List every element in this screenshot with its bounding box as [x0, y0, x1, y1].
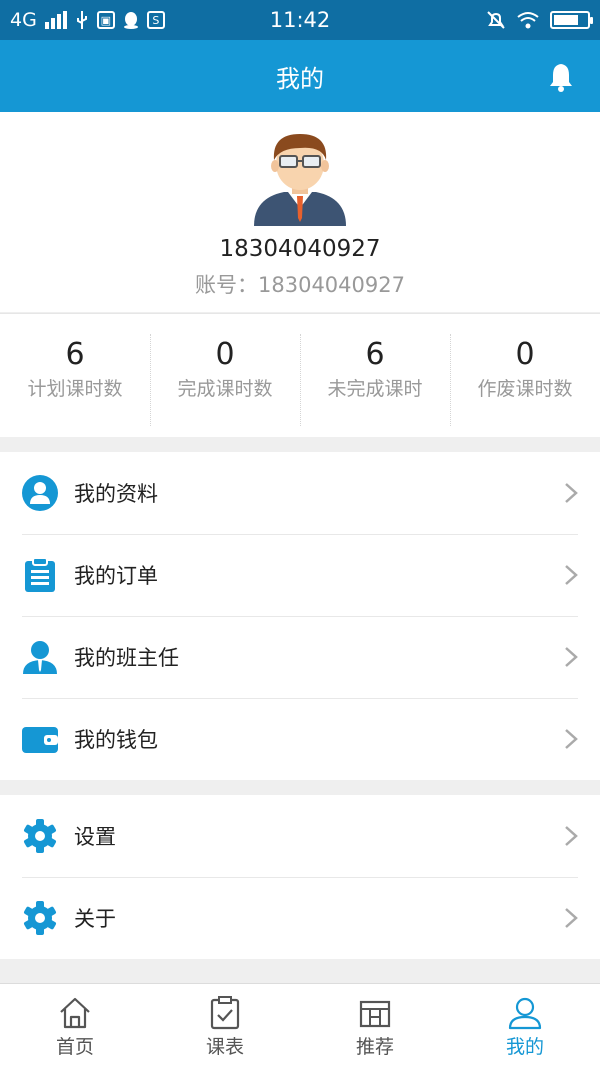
stat-voided: 0 作废课时数: [450, 314, 600, 437]
stats-panel: 6 计划课时数 0 完成课时数 6 未完成课时 0 作废课时数: [0, 313, 600, 437]
teacher-icon: [23, 641, 57, 674]
stat-value: 6: [65, 337, 85, 372]
home-icon: [60, 997, 90, 1029]
menu-group-account: 我的资料 我的订单 我的班主任 我的钱包: [0, 452, 600, 780]
recommend-icon: [359, 1000, 391, 1028]
account-value: 18304040927: [258, 273, 405, 297]
schedule-icon: [210, 996, 240, 1030]
stat-value: 0: [515, 337, 535, 372]
tab-schedule[interactable]: 课表: [150, 984, 300, 1067]
menu-item-label: 我的订单: [74, 564, 158, 588]
menu-item-label: 设置: [74, 825, 116, 849]
stat-label: 计划课时数: [27, 378, 123, 400]
chevron-right-icon: [565, 647, 578, 667]
chevron-right-icon: [565, 729, 578, 749]
avatar[interactable]: [250, 126, 350, 226]
gear-icon: [24, 901, 56, 935]
user-phone: 18304040927: [219, 236, 381, 262]
stat-label: 完成课时数: [177, 378, 273, 400]
menu-item-label: 我的钱包: [74, 728, 158, 752]
menu-item-settings[interactable]: 设置: [0, 795, 600, 877]
bottom-tab-bar: 首页 课表 推荐 我的: [0, 983, 600, 1067]
menu-item-label: 关于: [74, 907, 116, 931]
account-label: 账号：: [195, 273, 258, 297]
menu-item-my-profile[interactable]: 我的资料: [0, 452, 600, 534]
menu-item-label: 我的班主任: [74, 646, 179, 670]
stat-label: 未完成课时: [327, 378, 423, 400]
clock: 11:42: [269, 8, 331, 32]
tab-label: 课表: [205, 1036, 244, 1058]
profile-section: 18304040927 账号：18304040927: [0, 112, 600, 312]
stat-incomplete: 6 未完成课时: [300, 314, 450, 437]
battery-icon: [550, 11, 593, 29]
page-title: 我的: [276, 64, 324, 93]
tab-label: 首页: [55, 1036, 94, 1058]
tab-label: 推荐: [355, 1036, 394, 1058]
chevron-right-icon: [565, 565, 578, 585]
stat-value: 6: [365, 337, 385, 372]
clipboard-icon: [25, 557, 55, 592]
tab-mine[interactable]: 我的: [450, 984, 600, 1067]
user-icon: [508, 997, 542, 1030]
chevron-right-icon: [565, 483, 578, 503]
wallet-icon: [22, 727, 58, 753]
chevron-right-icon: [565, 826, 578, 846]
tab-home[interactable]: 首页: [0, 984, 150, 1067]
stat-value: 0: [215, 337, 235, 372]
bell-icon[interactable]: [548, 62, 574, 92]
menu-item-my-orders[interactable]: 我的订单: [0, 534, 600, 616]
tab-label: 我的: [505, 1036, 544, 1058]
header-bar: 我的: [0, 40, 600, 112]
menu-item-about[interactable]: 关于: [0, 877, 600, 959]
tab-recommend[interactable]: 推荐: [300, 984, 450, 1067]
chevron-right-icon: [565, 908, 578, 928]
account-line: 账号：18304040927: [0, 269, 600, 299]
menu-item-my-wallet[interactable]: 我的钱包: [0, 698, 600, 780]
menu-group-app: 设置 关于: [0, 795, 600, 959]
stat-planned: 6 计划课时数: [0, 314, 150, 437]
stat-completed: 0 完成课时数: [150, 314, 300, 437]
profile-icon: [22, 475, 58, 511]
menu-item-my-head-teacher[interactable]: 我的班主任: [0, 616, 600, 698]
stat-label: 作废课时数: [477, 378, 573, 400]
menu-item-label: 我的资料: [74, 482, 158, 506]
gear-icon: [24, 819, 56, 853]
status-bar: 4G ▣ S 11:42: [0, 0, 600, 40]
